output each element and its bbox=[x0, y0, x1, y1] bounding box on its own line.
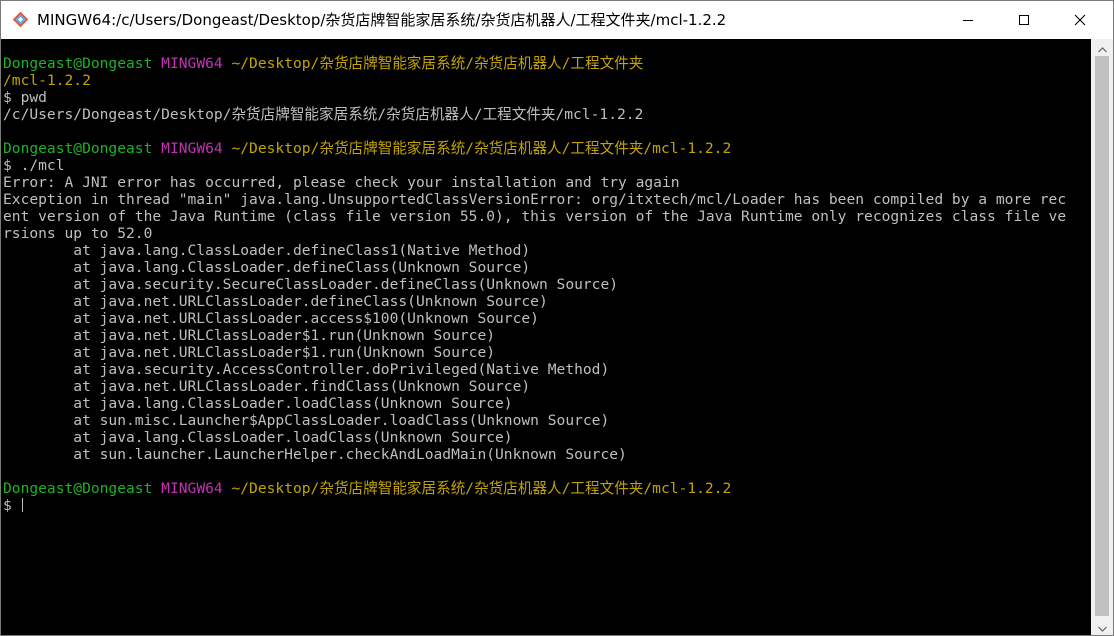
prompt-system: MINGW64 bbox=[161, 480, 223, 497]
output-text: at java.lang.ClassLoader.defineClass1(Na… bbox=[3, 242, 531, 259]
output-line: at java.lang.ClassLoader.loadClass(Unkno… bbox=[3, 429, 1066, 446]
output-line: /c/Users/Dongeast/Desktop/杂货店牌智能家居系统/杂货店… bbox=[3, 106, 1066, 123]
terminal-lines: Dongeast@Dongeast MINGW64 ~/Desktop/杂货店牌… bbox=[3, 55, 1066, 514]
output-line: at java.net.URLClassLoader$1.run(Unknown… bbox=[3, 344, 1066, 361]
maximize-icon bbox=[1018, 11, 1030, 30]
output-line: at sun.misc.Launcher$AppClassLoader.load… bbox=[3, 412, 1066, 429]
output-text: at java.net.URLClassLoader$1.run(Unknown… bbox=[3, 344, 496, 361]
output-line: at java.lang.ClassLoader.defineClass(Unk… bbox=[3, 259, 1066, 276]
output-line: at java.net.URLClassLoader$1.run(Unknown… bbox=[3, 327, 1066, 344]
output-text: at java.net.URLClassLoader.defineClass(U… bbox=[3, 293, 548, 310]
output-line: at java.security.SecureClassLoader.defin… bbox=[3, 276, 1066, 293]
prompt-system: MINGW64 bbox=[161, 140, 223, 157]
output-line: at sun.launcher.LauncherHelper.checkAndL… bbox=[3, 446, 1066, 463]
output-line: at java.security.AccessController.doPriv… bbox=[3, 361, 1066, 378]
output-line: at java.net.URLClassLoader.access$100(Un… bbox=[3, 310, 1066, 327]
scroll-thumb[interactable] bbox=[1095, 56, 1109, 616]
output-text: /c/Users/Dongeast/Desktop/杂货店牌智能家居系统/杂货店… bbox=[3, 106, 644, 123]
scroll-up-button[interactable] bbox=[1091, 39, 1113, 56]
output-line: $ pwd bbox=[3, 89, 1066, 106]
prompt-path: ~/Desktop/杂货店牌智能家居系统/杂货店机器人/工程文件夹/mcl-1.… bbox=[231, 480, 732, 497]
output-text: at java.security.AccessController.doPriv… bbox=[3, 361, 610, 378]
output-text: at java.security.SecureClassLoader.defin… bbox=[3, 276, 619, 293]
output-text: ent version of the Java Runtime (class f… bbox=[3, 208, 1067, 225]
output-text: Exception in thread "main" java.lang.Uns… bbox=[3, 191, 1067, 208]
output-text: at sun.misc.Launcher$AppClassLoader.load… bbox=[3, 412, 610, 429]
prompt-line: Dongeast@Dongeast MINGW64 ~/Desktop/杂货店牌… bbox=[3, 140, 1066, 157]
chevron-down-icon bbox=[1097, 617, 1107, 635]
output-line: at java.net.URLClassLoader.findClass(Unk… bbox=[3, 378, 1066, 395]
output-text: Error: A JNI error has occurred, please … bbox=[3, 174, 680, 191]
output-line: at java.net.URLClassLoader.defineClass(U… bbox=[3, 293, 1066, 310]
output-line: rsions up to 52.0 bbox=[3, 225, 1066, 242]
title-bar[interactable]: MINGW64:/c/Users/Dongeast/Desktop/杂货店牌智能… bbox=[1, 1, 1113, 39]
terminal-output[interactable]: Dongeast@Dongeast MINGW64 ~/Desktop/杂货店牌… bbox=[1, 39, 1091, 635]
prompt-system: MINGW64 bbox=[161, 55, 223, 72]
minimize-icon bbox=[962, 11, 974, 30]
output-text: $ pwd bbox=[3, 89, 47, 106]
git-bash-icon[interactable] bbox=[12, 11, 29, 28]
output-text: at sun.launcher.LauncherHelper.checkAndL… bbox=[3, 446, 627, 463]
close-icon bbox=[1074, 11, 1086, 30]
output-line: Exception in thread "main" java.lang.Uns… bbox=[3, 191, 1066, 208]
prompt-path: /mcl-1.2.2 bbox=[3, 72, 91, 89]
minimize-button[interactable] bbox=[941, 1, 995, 39]
prompt-user-host: Dongeast@Dongeast bbox=[3, 55, 153, 72]
prompt-line: Dongeast@Dongeast MINGW64 ~/Desktop/杂货店牌… bbox=[3, 480, 1066, 497]
prompt-line: Dongeast@Dongeast MINGW64 ~/Desktop/杂货店牌… bbox=[3, 55, 1066, 72]
output-line: Error: A JNI error has occurred, please … bbox=[3, 174, 1066, 191]
output-text: rsions up to 52.0 bbox=[3, 225, 153, 242]
scroll-down-button[interactable] bbox=[1091, 618, 1113, 635]
command-input-line[interactable]: $ bbox=[3, 497, 1066, 514]
output-text: $ ./mcl bbox=[3, 157, 65, 174]
text-cursor bbox=[21, 498, 23, 512]
output-line: at java.lang.ClassLoader.defineClass1(Na… bbox=[3, 242, 1066, 259]
terminal-window: MINGW64:/c/Users/Dongeast/Desktop/杂货店牌智能… bbox=[0, 0, 1114, 636]
prompt-user-host: Dongeast@Dongeast bbox=[3, 480, 153, 497]
output-text: at java.lang.ClassLoader.defineClass(Unk… bbox=[3, 259, 531, 276]
output-text: at java.net.URLClassLoader.access$100(Un… bbox=[3, 310, 539, 327]
prompt-path: ~/Desktop/杂货店牌智能家居系统/杂货店机器人/工程文件夹/mcl-1.… bbox=[231, 140, 732, 157]
maximize-button[interactable] bbox=[997, 1, 1051, 39]
prompt-symbol: $ bbox=[3, 497, 21, 514]
vertical-scrollbar[interactable] bbox=[1091, 39, 1113, 635]
prompt-path-continuation: /mcl-1.2.2 bbox=[3, 72, 1066, 89]
prompt-user-host: Dongeast@Dongeast bbox=[3, 140, 153, 157]
output-text: at java.lang.ClassLoader.loadClass(Unkno… bbox=[3, 429, 513, 446]
output-line: $ ./mcl bbox=[3, 157, 1066, 174]
output-line: at java.lang.ClassLoader.loadClass(Unkno… bbox=[3, 395, 1066, 412]
output-line: ent version of the Java Runtime (class f… bbox=[3, 208, 1066, 225]
window-title: MINGW64:/c/Users/Dongeast/Desktop/杂货店牌智能… bbox=[37, 11, 727, 29]
close-button[interactable] bbox=[1053, 1, 1107, 39]
prompt-path: ~/Desktop/杂货店牌智能家居系统/杂货店机器人/工程文件夹 bbox=[231, 55, 644, 72]
output-text: at java.lang.ClassLoader.loadClass(Unkno… bbox=[3, 395, 513, 412]
chevron-up-icon bbox=[1097, 38, 1107, 57]
output-text: at java.net.URLClassLoader$1.run(Unknown… bbox=[3, 327, 496, 344]
output-text: at java.net.URLClassLoader.findClass(Unk… bbox=[3, 378, 531, 395]
